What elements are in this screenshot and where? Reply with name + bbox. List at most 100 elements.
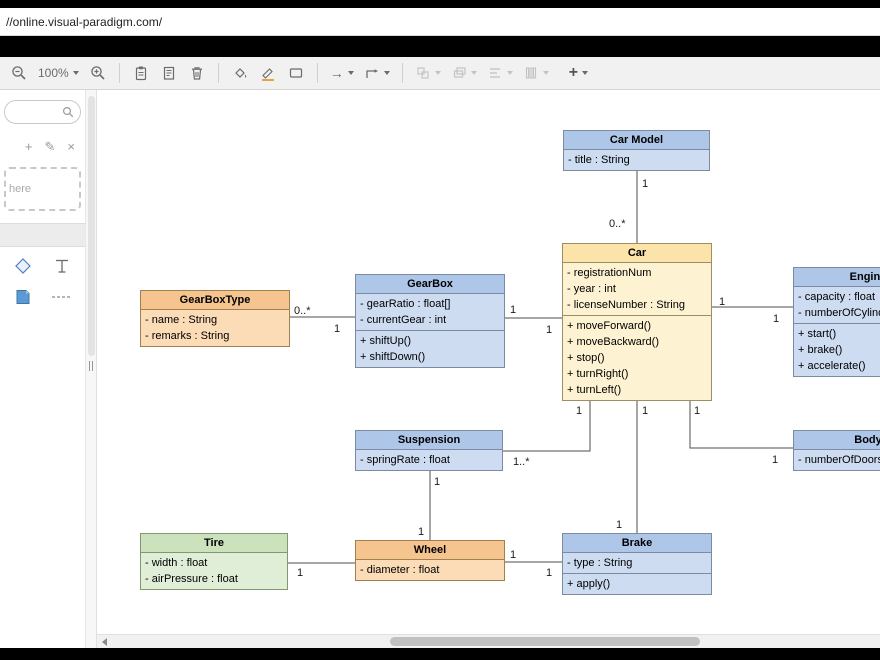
- horizontal-scrollbar[interactable]: [97, 634, 880, 648]
- panel-scrollbar-thumb[interactable]: [88, 96, 95, 356]
- class-tire[interactable]: Tire- width : float- airPressure : float: [140, 533, 288, 590]
- shape-style-button[interactable]: [283, 60, 309, 86]
- attribute: - numberOfDoors : int: [794, 452, 880, 468]
- class-gearboxtype[interactable]: GearBoxType- name : String- remarks : St…: [140, 290, 290, 347]
- panel-resize-handle[interactable]: [89, 361, 93, 371]
- method: + moveForward(): [563, 318, 711, 334]
- attributes-section: - gearRatio : float[]- currentGear : int: [356, 294, 504, 330]
- format-copier-button[interactable]: [156, 60, 182, 86]
- attribute: - type : String: [563, 555, 711, 571]
- group-dropdown[interactable]: [411, 60, 445, 86]
- note-shape-button[interactable]: [14, 288, 32, 311]
- paint-bucket-icon: [232, 65, 248, 81]
- class-body[interactable]: Body- numberOfDoors : int: [793, 430, 880, 471]
- close-icon[interactable]: ×: [67, 140, 75, 153]
- diamond-shape-button[interactable]: [14, 257, 32, 280]
- horizontal-scrollbar-thumb[interactable]: [390, 637, 700, 646]
- magnifier-minus-icon: [11, 65, 27, 81]
- attribute: - year : int: [563, 281, 711, 297]
- trash-icon: [189, 65, 205, 81]
- method: + moveBackward(): [563, 334, 711, 350]
- multiplicity-label: 1: [334, 323, 340, 335]
- attribute: - numberOfCylinders : int: [794, 305, 880, 321]
- class-engine[interactable]: Engine- capacity : float- numberOfCylind…: [793, 267, 880, 377]
- zoom-level-value: 100%: [38, 66, 69, 80]
- align-dropdown[interactable]: [483, 60, 517, 86]
- class-name: GearBox: [356, 275, 504, 294]
- toolbar-separator: [119, 63, 120, 83]
- class-brake[interactable]: Brake- type : String+ apply(): [562, 533, 712, 595]
- attributes-section: - springRate : float: [356, 450, 502, 470]
- add-shape-dropdown[interactable]: +: [565, 60, 592, 86]
- multiplicity-label: 1: [773, 313, 779, 325]
- zoom-in-button[interactable]: [85, 60, 111, 86]
- attribute: - name : String: [141, 312, 289, 328]
- class-wheel[interactable]: Wheel- diameter : float: [355, 540, 505, 581]
- pen-icon: [260, 65, 276, 81]
- drag-drop-zone[interactable]: here: [4, 167, 81, 211]
- top-black-bar: [0, 0, 880, 8]
- method: + apply(): [563, 576, 711, 592]
- method: + shiftUp(): [356, 333, 504, 349]
- class-car[interactable]: Car- registrationNum- year : int- licens…: [562, 243, 712, 401]
- dashed-line-button[interactable]: [51, 288, 73, 311]
- diamond-icon: [14, 257, 32, 275]
- class-name: GearBoxType: [141, 291, 289, 310]
- bring-forward-dropdown[interactable]: [447, 60, 481, 86]
- zoom-out-button[interactable]: [6, 60, 32, 86]
- attribute: - title : String: [564, 152, 709, 168]
- connector-style-dropdown[interactable]: [360, 60, 394, 86]
- toolbar-separator: [218, 63, 219, 83]
- add-button[interactable]: +: [25, 140, 33, 153]
- class-name: Suspension: [356, 431, 502, 450]
- toolbar-separator: [402, 63, 403, 83]
- delete-button[interactable]: [184, 60, 210, 86]
- lifeline-icon: [53, 257, 71, 275]
- attributes-section: - capacity : float- numberOfCylinders : …: [794, 287, 880, 323]
- magnifier-plus-icon: [90, 65, 106, 81]
- method: + turnLeft(): [563, 382, 711, 398]
- multiplicity-label: 1: [418, 526, 424, 538]
- fill-color-button[interactable]: [227, 60, 253, 86]
- chevron-down-icon: [543, 71, 549, 75]
- shape-panel: + ✎ × here: [0, 90, 85, 648]
- browser-window: //online.visual-paradigm.com/ 100%: [0, 0, 880, 660]
- diagram-canvas[interactable]: Car Model- title : String Car - registrati…: [97, 90, 880, 648]
- zoom-level-dropdown[interactable]: 100%: [34, 60, 83, 86]
- shape-palette: [4, 257, 81, 311]
- shape-outline-icon: [288, 65, 304, 81]
- lifeline-shape-button[interactable]: [53, 257, 71, 280]
- method: + brake(): [794, 342, 880, 358]
- search-input[interactable]: [11, 106, 62, 118]
- class-car-model[interactable]: Car Model- title : String: [563, 130, 710, 171]
- attribute: - diameter : float: [356, 562, 504, 578]
- plus-icon: +: [569, 65, 578, 81]
- attribute: - remarks : String: [141, 328, 289, 344]
- attribute: - registrationNum: [563, 265, 711, 281]
- distribute-dropdown[interactable]: [519, 60, 553, 86]
- arrow-style-dropdown[interactable]: →: [326, 60, 358, 86]
- edit-icon[interactable]: ✎: [45, 140, 56, 153]
- attributes-section: - title : String: [564, 150, 709, 170]
- multiplicity-label: 0..*: [609, 218, 626, 230]
- multiplicity-label: 1: [297, 567, 303, 579]
- multiplicity-label: 1: [616, 519, 622, 531]
- line-color-button[interactable]: [255, 60, 281, 86]
- class-suspension[interactable]: Suspension- springRate : float: [355, 430, 503, 471]
- scroll-left-arrow[interactable]: [97, 635, 111, 648]
- attributes-section: - diameter : float: [356, 560, 504, 580]
- left-triangle-icon: [102, 638, 107, 646]
- chevron-down-icon: [435, 71, 441, 75]
- paste-button[interactable]: [128, 60, 154, 86]
- attributes-section: - name : String- remarks : String: [141, 310, 289, 346]
- multiplicity-label: 1: [510, 549, 516, 561]
- class-gearbox[interactable]: GearBox- gearRatio : float[]- currentGea…: [355, 274, 505, 368]
- clipboard-icon: [133, 65, 149, 81]
- class-name: Car: [563, 244, 711, 263]
- shape-search-box[interactable]: [4, 100, 81, 124]
- panel-scrollbar[interactable]: [85, 90, 97, 648]
- class-name: Tire: [141, 534, 287, 553]
- address-bar[interactable]: //online.visual-paradigm.com/: [0, 8, 880, 36]
- multiplicity-label: 1: [772, 454, 778, 466]
- multiplicity-label: 1: [576, 405, 582, 417]
